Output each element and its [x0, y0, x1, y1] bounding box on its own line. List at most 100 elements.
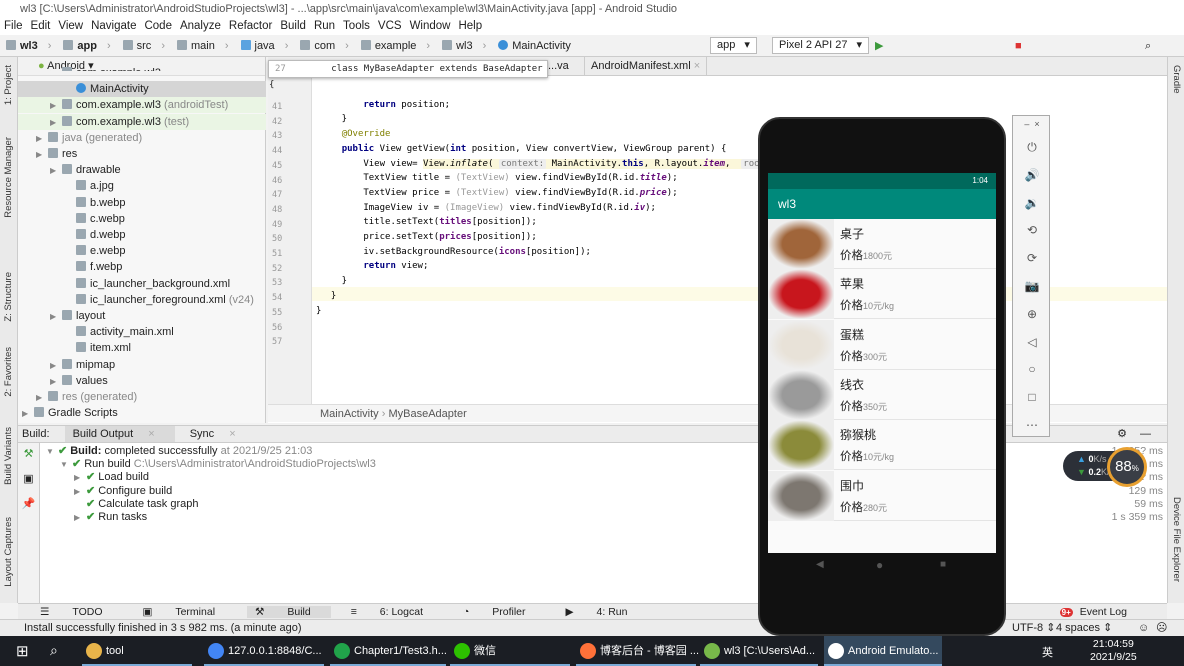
tree-item[interactable]: ic_launcher_background.xml [18, 276, 266, 292]
nav-crumb[interactable]: MainActivity [498, 40, 577, 52]
build-tree-row[interactable]: ▼ ✔ Run build C:\Users\Administrator\Andro… [60, 458, 376, 471]
menu-run[interactable]: Run [314, 20, 335, 32]
search-icon[interactable]: ⌕ [1145, 35, 1151, 57]
code-line[interactable]: View view= View.inflate( context: MainAc… [320, 158, 805, 169]
menu-refactor[interactable]: Refactor [229, 20, 272, 32]
expand-arrow-icon[interactable]: ▶ [74, 471, 86, 484]
tool-window-3[interactable]: 2: Favorites [3, 347, 14, 397]
expand-arrow-icon[interactable]: ▶ [50, 309, 62, 325]
overview-icon[interactable]: □ [1013, 390, 1051, 404]
menu-analyze[interactable]: Analyze [180, 20, 221, 32]
clock[interactable]: 21:04:59 2021/9/25 [1090, 638, 1137, 664]
nav-crumb[interactable]: wl3 › [442, 40, 492, 52]
product-list-item[interactable]: 猕猴桃 价格10元/kg [768, 420, 996, 471]
console-icon[interactable]: ▣ [18, 472, 39, 485]
code-line[interactable]: return view; [320, 261, 428, 271]
tree-item[interactable]: ▶ com.example.wl3 (test) [18, 113, 266, 130]
nav-crumb[interactable]: example › [360, 40, 436, 52]
taskbar-app[interactable]: tool [82, 636, 192, 666]
emulator-window-controls[interactable]: – × [1013, 119, 1051, 129]
run-config-select[interactable]: app ▾ [710, 37, 757, 54]
more-icon[interactable]: ⋯ [1013, 418, 1051, 432]
code-line[interactable]: title.setText(titles[position]); [320, 217, 536, 227]
tab-run[interactable]: ▶ 4: Run [558, 606, 648, 618]
camera-icon[interactable]: 📷 [1013, 279, 1051, 293]
close-icon[interactable]: × [694, 60, 700, 72]
expand-arrow-icon[interactable]: ▶ [50, 358, 62, 374]
expand-arrow-icon[interactable]: ▶ [50, 374, 62, 390]
tree-item[interactable]: ▶ res [18, 146, 266, 162]
tab-build[interactable]: ⚒ Build [247, 606, 331, 618]
menu-code[interactable]: Code [144, 20, 172, 32]
tool-window-1[interactable]: Resource Manager [3, 137, 14, 218]
nav-crumb[interactable]: app › [63, 40, 116, 52]
build-tree-row[interactable]: ✔ Calculate task graph [74, 498, 199, 511]
menu-window[interactable]: Window [410, 20, 451, 32]
taskbar-app[interactable]: Android Emulato... [824, 636, 942, 666]
tree-item[interactable]: ▶ com.example.wl3 [18, 65, 266, 71]
ime-indicator[interactable]: 英 [1042, 644, 1053, 660]
build-tree-row[interactable]: ▶ ✔ Load build [74, 471, 149, 484]
build-tree-row[interactable]: ▶ ✔ Configure build [74, 485, 172, 498]
recents-icon[interactable]: ■ [940, 559, 946, 570]
expand-arrow-icon[interactable]: ▼ [60, 458, 72, 471]
code-line[interactable]: } [316, 306, 321, 316]
tree-item[interactable]: ▶ Gradle Scripts [18, 405, 266, 421]
home-icon[interactable]: ● [876, 558, 883, 572]
nav-crumb[interactable]: main › [176, 40, 235, 52]
zoom-icon[interactable]: ⊕ [1013, 307, 1051, 321]
smiley-icon[interactable]: ☺ [1138, 620, 1149, 637]
run-icon[interactable]: ▶ [875, 35, 883, 57]
pin-icon[interactable]: 📌 [18, 497, 39, 510]
nav-crumb[interactable]: java › [240, 40, 295, 52]
expand-arrow-icon[interactable]: ▶ [36, 147, 48, 163]
code-line[interactable]: ImageView iv = (ImageView) view.findView… [320, 203, 656, 213]
gear-icon[interactable]: ⚙ [1117, 426, 1127, 443]
product-list-item[interactable]: 苹果 价格10元/kg [768, 269, 996, 320]
tab-build-output[interactable]: Build Output × [64, 426, 175, 442]
tree-item[interactable]: ▶ mipmap [18, 357, 266, 373]
code-line[interactable]: price.setText(prices[position]); [320, 232, 536, 242]
tool-window-right-0[interactable]: Gradle [1171, 65, 1182, 94]
indent-select[interactable]: 4 spaces ⇕ [1056, 620, 1112, 637]
code-line[interactable]: iv.setBackgroundResource(icons[position]… [320, 247, 591, 257]
code-line[interactable]: } [320, 276, 347, 286]
rotate-right-icon[interactable]: ⟳ [1013, 251, 1051, 265]
emulator-screen[interactable]: 1:04 wl3 桌子 价格1800元 苹果 价格10元/kg 蛋糕 价格300元 线衣 价格… [768, 173, 996, 553]
nav-crumb[interactable]: com › [300, 40, 354, 52]
tree-item[interactable]: ▶ values [18, 373, 266, 389]
frown-icon[interactable]: ☹ [1156, 620, 1167, 637]
taskbar-app[interactable]: wl3 [C:\Users\Ad... [700, 636, 818, 666]
back-icon[interactable]: ◀ [816, 559, 824, 570]
editor-tab-manifest[interactable]: AndroidManifest.xml × [584, 57, 708, 76]
tool-window-2[interactable]: Z: Structure [3, 272, 14, 322]
tool-window-4[interactable]: Build Variants [3, 427, 14, 485]
windows-start-icon[interactable]: ⊞ [16, 642, 29, 660]
tree-item[interactable]: MainActivity [18, 81, 266, 98]
menu-navigate[interactable]: Navigate [91, 20, 136, 32]
expand-arrow-icon[interactable]: ▶ [36, 390, 48, 406]
tree-item[interactable]: c.webp [18, 211, 266, 227]
product-list-item[interactable]: 线衣 价格350元 [768, 369, 996, 420]
expand-arrow-icon[interactable]: ▶ [50, 98, 62, 114]
taskbar-app[interactable]: 微信 [450, 636, 570, 666]
tree-item[interactable]: ▶ com.example.wl3 (androidTest) [18, 97, 266, 114]
code-line[interactable]: TextView price = (TextView) view.findVie… [320, 188, 677, 198]
tree-item[interactable]: d.webp [18, 227, 266, 243]
tool-window-right-1[interactable]: Device File Explorer [1171, 497, 1182, 582]
crumb-class[interactable]: MainActivity [320, 408, 379, 420]
rotate-left-icon[interactable]: ⟲ [1013, 223, 1051, 237]
search-icon[interactable]: ⌕ [50, 642, 58, 659]
home-icon[interactable]: ○ [1013, 362, 1051, 376]
editor-tab-main[interactable]: ...va [548, 60, 569, 72]
product-list-item[interactable]: 桌子 价格1800元 [768, 219, 996, 269]
build-tree-row[interactable]: ▶ ✔ Run tasks [74, 511, 147, 524]
code-line[interactable]: } [320, 291, 336, 301]
expand-arrow-icon[interactable]: ▶ [50, 163, 62, 179]
encoding-select[interactable]: UTF-8 ⇕ [1012, 620, 1055, 637]
expand-arrow-icon[interactable]: ▼ [46, 445, 58, 458]
back-icon[interactable]: ◁ [1013, 335, 1051, 349]
code-line[interactable]: return position; [320, 100, 450, 110]
stop-icon[interactable]: ■ [1015, 35, 1022, 57]
nav-crumb[interactable]: wl3 › [6, 40, 57, 52]
